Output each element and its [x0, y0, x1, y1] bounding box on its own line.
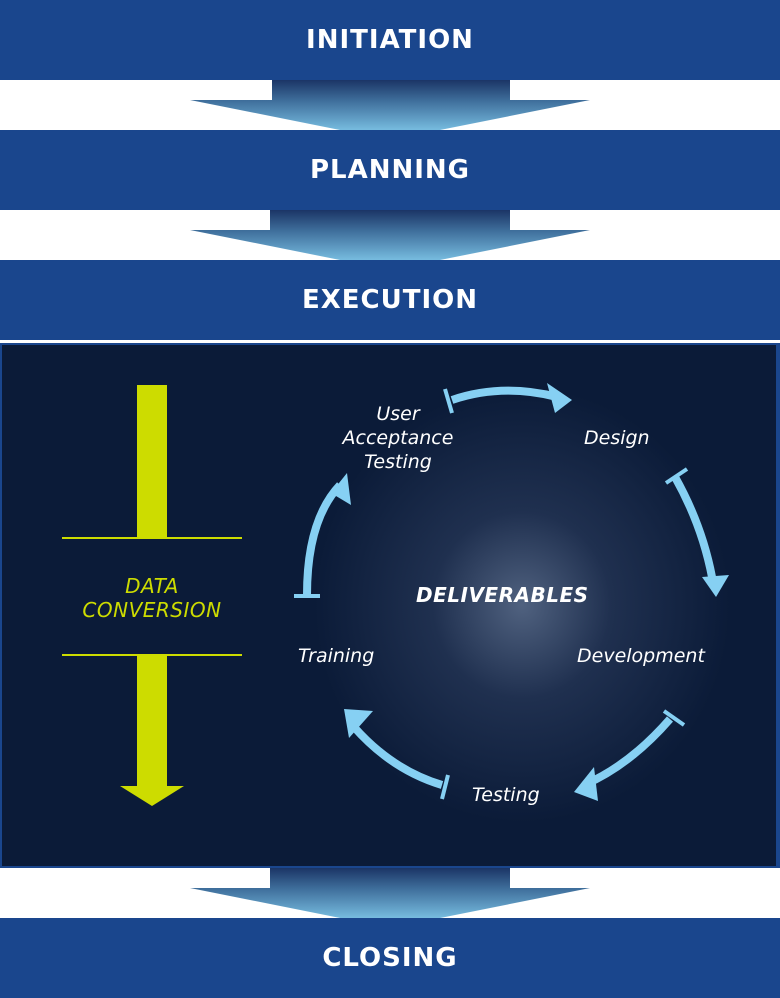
phase-execution: EXECUTION — [0, 260, 780, 340]
cycle-stage-label: Development — [577, 645, 705, 667]
cycle-arrow-development-to-testing-icon — [574, 709, 686, 801]
phase-execution-label: EXECUTION — [301, 285, 479, 315]
cycle-stage-design: Design — [584, 426, 650, 450]
execution-panel-body: DATA CONVERSION User Acceptance Testing … — [2, 345, 776, 866]
phase-planning: PLANNING — [0, 130, 780, 210]
cycle-stage-label: Testing — [472, 784, 540, 806]
cycle-stage-user-acceptance-testing: User Acceptance Testing — [328, 402, 468, 474]
phase-closing: CLOSING — [0, 918, 780, 998]
cycle-stage-label: User — [376, 403, 420, 425]
cycle-arrow-design-to-development-icon — [664, 467, 729, 597]
phase-closing-label: CLOSING — [322, 943, 458, 973]
execution-panel: DATA CONVERSION User Acceptance Testing … — [0, 343, 780, 868]
cycle-stage-development: Development — [577, 644, 705, 668]
cycle-stage-label: Training — [298, 645, 375, 667]
cycle-arrow-testing-to-training-icon — [344, 709, 450, 800]
phase-initiation: INITIATION — [0, 0, 780, 80]
cycle-stage-training: Training — [298, 644, 374, 668]
cycle-stage-label: Acceptance — [342, 427, 454, 449]
cycle-stage-testing: Testing — [472, 783, 540, 807]
cycle-stage-label: Design — [584, 427, 650, 449]
cycle-center-label: DELIVERABLES — [416, 583, 589, 607]
phase-planning-label: PLANNING — [309, 155, 471, 185]
phase-initiation-label: INITIATION — [306, 25, 474, 55]
cycle-arrow-training-to-uat-icon — [294, 473, 351, 598]
cycle-stage-label: Testing — [364, 451, 432, 473]
